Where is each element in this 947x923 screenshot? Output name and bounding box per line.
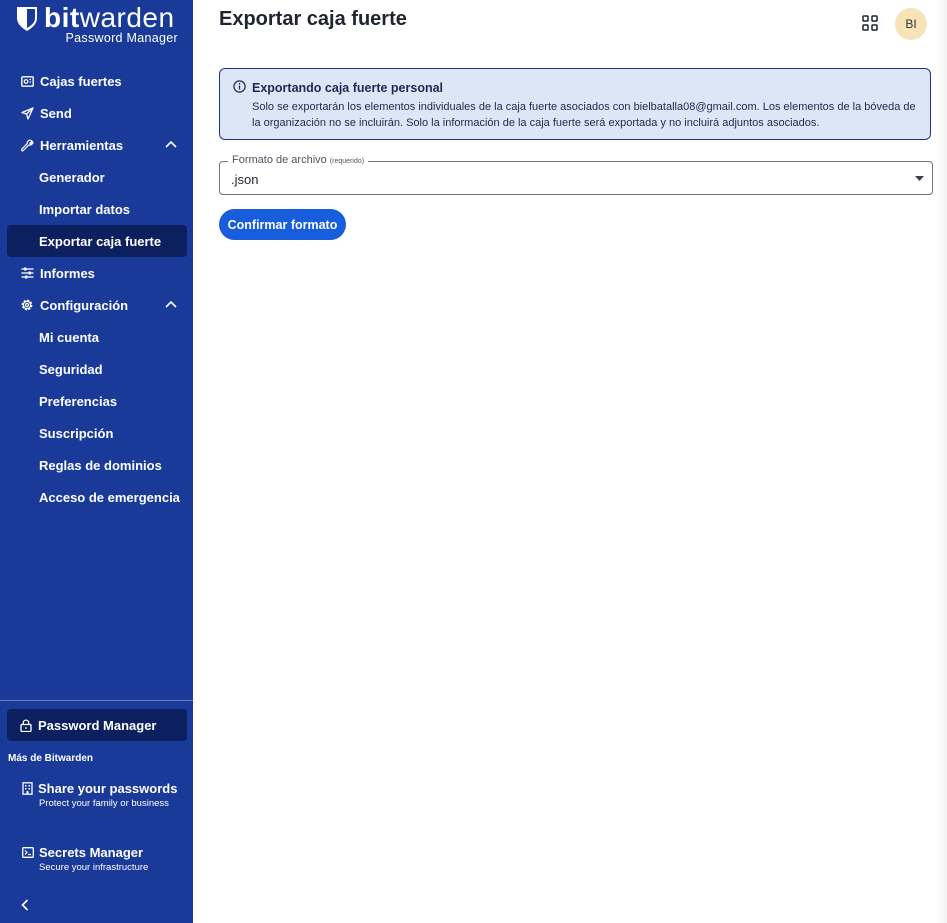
product-title: Share your passwords (38, 781, 178, 796)
sidebar-item-label: Suscripción (39, 425, 114, 441)
building-icon (22, 782, 33, 795)
sidebar-nav: Cajas fuertes Send Herramientas Generado… (7, 65, 187, 513)
page-title: Exportar caja fuerte (219, 8, 407, 30)
sidebar-item-label: Acceso de emergencia (39, 489, 180, 505)
product-description: Secure your infrastructure (39, 862, 149, 873)
sidebar-item-domain-rules[interactable]: Reglas de dominios (7, 449, 187, 481)
sidebar-item-import[interactable]: Importar datos (7, 193, 187, 225)
sidebar-item-send[interactable]: Send (7, 97, 187, 129)
sidebar-item-label: Cajas fuertes (40, 73, 122, 89)
wrench-icon (20, 138, 34, 152)
chevron-up-icon[interactable] (165, 300, 177, 308)
brand-product: Password Manager (65, 31, 178, 45)
sidebar-item-label: Importar datos (39, 201, 131, 217)
more-from-bitwarden-label: Más de Bitwarden (8, 753, 94, 764)
sidebar-item-label: Seguridad (39, 361, 103, 377)
confirm-format-button[interactable]: Confirmar formato (219, 209, 346, 240)
sidebar-item-security[interactable]: Seguridad (7, 353, 187, 385)
caret-down-icon (915, 176, 924, 181)
product-title: Secrets Manager (39, 845, 144, 860)
bitwarden-logo[interactable]: bitwarden Password Manager (16, 2, 178, 45)
password-manager-label: Password Manager (38, 717, 157, 733)
file-format-value: .json (231, 172, 259, 187)
sidebar-item-label: Herramientas (40, 137, 124, 153)
brand-wordmark: bitwarden (44, 2, 175, 33)
sidebar: bitwarden Password Manager Cajas fuertes… (0, 0, 193, 923)
sidebar-item-preferences[interactable]: Preferencias (7, 385, 187, 417)
sidebar-item-label: Configuración (40, 297, 129, 313)
sidebar-item-label: Send (40, 105, 72, 121)
required-label: (requerido) (329, 158, 365, 165)
sidebar-item-tools[interactable]: Herramientas (7, 129, 187, 161)
info-icon (233, 80, 246, 93)
sidebar-item-export[interactable]: Exportar caja fuerte (7, 225, 187, 257)
sidebar-item-vaults[interactable]: Cajas fuertes (7, 65, 187, 97)
sidebar-item-label: Reglas de dominios (39, 457, 162, 473)
avatar[interactable]: BI (895, 8, 927, 40)
sliders-icon (20, 266, 34, 280)
terminal-icon (22, 847, 34, 858)
password-manager-button[interactable]: Password Manager (7, 709, 187, 741)
sidebar-item-settings[interactable]: Configuración (7, 289, 187, 321)
vault-icon (20, 74, 34, 88)
lock-icon (20, 719, 32, 732)
file-format-label: Formato de archivo (requerido) (228, 154, 369, 166)
sidebar-item-label: Informes (40, 265, 95, 281)
info-callout: Exportando caja fuerte personal Solo se … (219, 68, 931, 140)
product-secrets-manager[interactable]: Secrets Manager Secure your infrastructu… (22, 845, 187, 874)
chevron-up-icon[interactable] (165, 140, 177, 148)
sidebar-item-label: Mi cuenta (39, 329, 99, 345)
product-share-passwords[interactable]: Share your passwords Protect your family… (22, 781, 187, 810)
sidebar-item-emergency-access[interactable]: Acceso de emergencia (7, 481, 187, 513)
gear-icon (20, 298, 34, 312)
sidebar-item-generator[interactable]: Generador (7, 161, 187, 193)
callout-title: Exportando caja fuerte personal (252, 81, 444, 95)
sidebar-item-reports[interactable]: Informes (7, 257, 187, 289)
callout-text: Solo se exportarán los elementos individ… (252, 101, 916, 129)
sidebar-item-subscription[interactable]: Suscripción (7, 417, 187, 449)
sidebar-item-account[interactable]: Mi cuenta (7, 321, 187, 353)
shield-logo-icon (17, 7, 37, 31)
window-edge-shadow (937, 0, 947, 923)
product-description: Protect your family or business (39, 798, 169, 809)
file-format-select[interactable]: Formato de archivo (requerido) .json (219, 154, 933, 195)
sidebar-item-label: Preferencias (39, 393, 118, 409)
send-icon (20, 106, 34, 120)
sidebar-item-label: Generador (39, 169, 105, 185)
product-switcher: Password Manager Más de Bitwarden Share … (0, 700, 193, 911)
product-switcher-grid-icon[interactable] (861, 14, 879, 32)
sidebar-item-label: Exportar caja fuerte (39, 233, 162, 249)
chevron-left-icon[interactable] (20, 899, 30, 911)
